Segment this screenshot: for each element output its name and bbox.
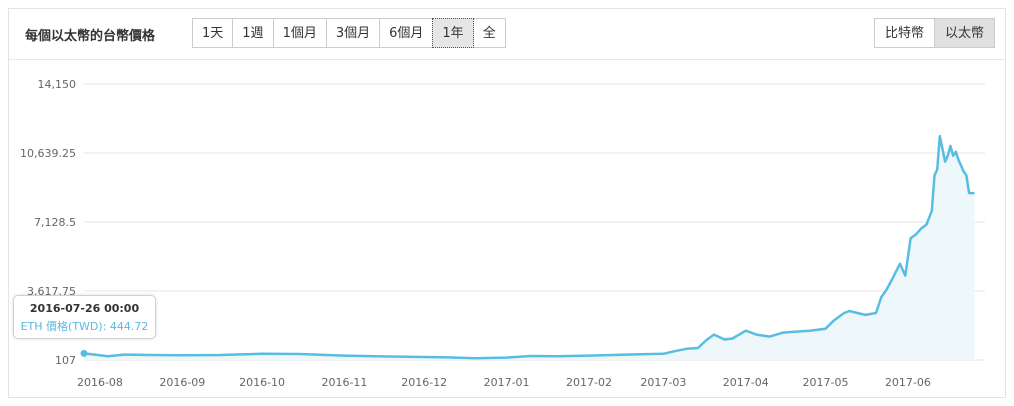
x-tick-label: 2016-11 [321,376,367,389]
tooltip-value: ETH 價格(TWD): 444.72 [20,320,149,333]
x-tick-label: 2016-12 [401,376,447,389]
x-tick-label: 2016-08 [77,376,123,389]
series-area [84,136,975,360]
y-tick-label: 14,150 [38,78,77,91]
x-tick-label: 2017-03 [640,376,686,389]
chart-tooltip: 2016-07-26 00:00 ETH 價格(TWD): 444.72 [13,295,156,339]
x-tick-label: 2016-09 [159,376,205,389]
highlight-point [80,349,88,357]
x-tick-label: 2017-06 [885,376,931,389]
x-tick-label: 2017-01 [484,376,530,389]
y-tick-label: 7,128.5 [34,216,76,229]
x-tick-label: 2016-10 [239,376,285,389]
y-tick-label: 107 [55,354,76,367]
tooltip-date: 2016-07-26 00:00 [29,302,140,315]
range-button-1y[interactable]: 1年 [432,18,474,48]
x-tick-label: 2017-05 [803,376,849,389]
x-tick-label: 2017-04 [723,376,769,389]
y-tick-label: 10,639.25 [20,147,76,160]
price-chart: 14,15010,639.257,128.53,617.751072016-08… [20,78,985,389]
x-tick-label: 2017-02 [566,376,612,389]
